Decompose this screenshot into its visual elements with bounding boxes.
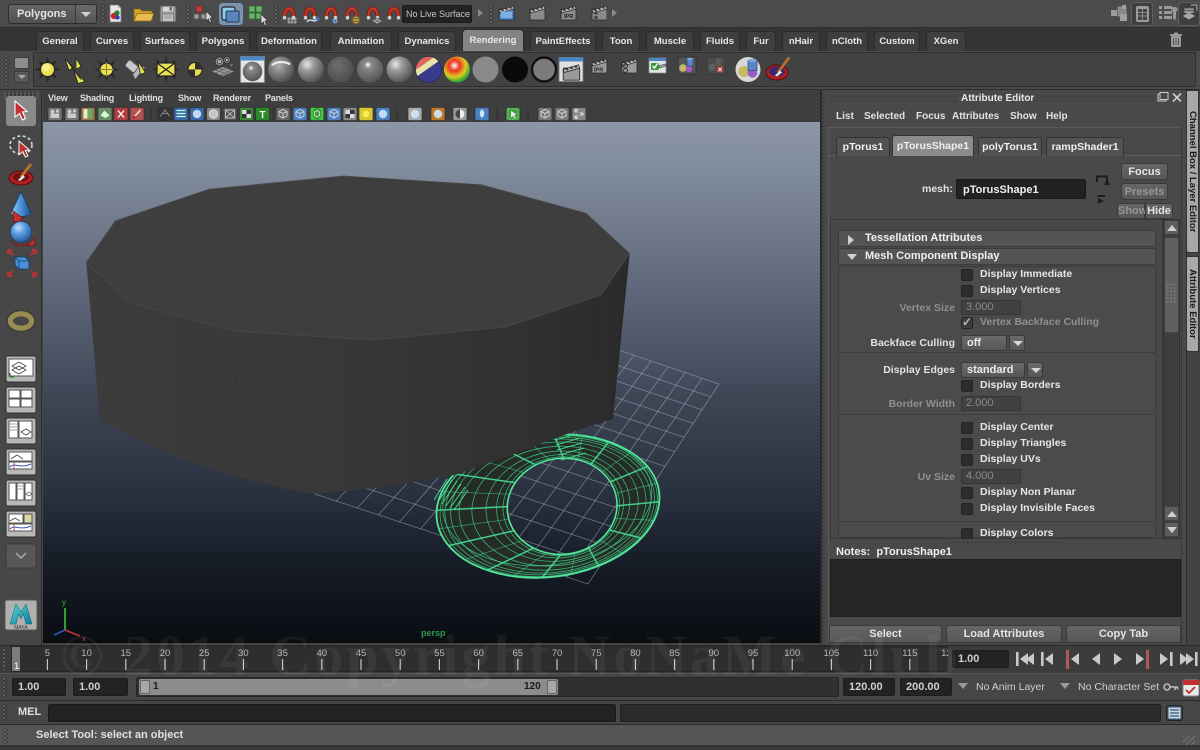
- svg-text:T: T: [259, 110, 265, 121]
- svg-text:1: 1: [14, 661, 19, 672]
- svg-text:y: y: [62, 598, 66, 607]
- svg-text:IPR: IPR: [594, 68, 603, 74]
- svg-text:MAYA: MAYA: [14, 625, 28, 631]
- svg-text:IPR: IPR: [564, 14, 573, 20]
- svg-text:5: 5: [45, 648, 50, 659]
